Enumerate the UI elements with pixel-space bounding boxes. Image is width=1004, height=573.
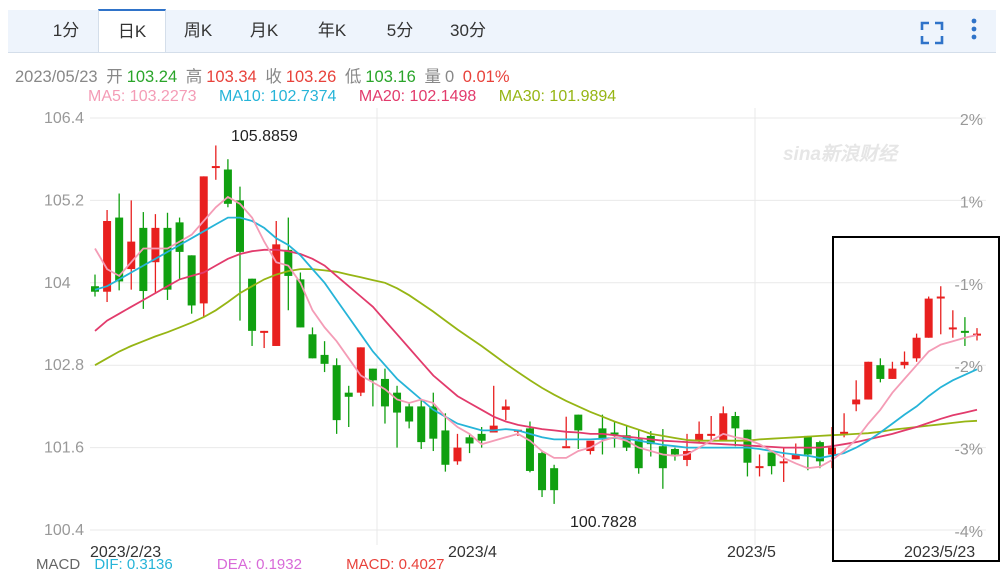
- kline-chart[interactable]: 106.4 2%105.2 1%104 -1%102.8 -2%101.6 -3%100.…: [0, 0, 1004, 565]
- candle-body: [308, 334, 317, 359]
- candle-body: [453, 447, 462, 462]
- candle-body: [501, 406, 510, 410]
- candle-body: [634, 439, 643, 469]
- candle-body: [393, 392, 402, 413]
- candle-body: [936, 296, 945, 299]
- candle-body: [260, 330, 269, 333]
- candle-body: [344, 392, 353, 397]
- candle-body: [441, 430, 450, 465]
- candle-body: [417, 406, 426, 443]
- y-tick-label: 102.8: [44, 357, 84, 374]
- candle-body: [755, 466, 764, 469]
- candle-body: [332, 365, 341, 421]
- x-tick-label: 2023/4: [448, 544, 497, 561]
- candle-body: [465, 437, 474, 444]
- candle-body: [489, 425, 498, 433]
- pct-tick-label: 1%: [960, 194, 983, 211]
- pct-tick-label: -3%: [955, 442, 983, 459]
- candle-body: [538, 453, 547, 491]
- pct-tick-label: -1%: [955, 277, 983, 294]
- pct-tick-label: 2%: [960, 112, 983, 129]
- candle-body: [296, 279, 305, 328]
- max-annotation: 105.8859: [231, 128, 298, 145]
- candle-body: [405, 406, 414, 422]
- x-tick-label: 2023/5: [727, 544, 776, 561]
- candle-body: [670, 448, 679, 455]
- y-tick-label: 101.6: [44, 440, 84, 457]
- candle-body: [912, 337, 921, 359]
- candle-body: [767, 452, 776, 467]
- candle-body: [707, 433, 716, 436]
- candle-body: [272, 244, 281, 346]
- candle-body: [803, 435, 812, 455]
- candle-body: [103, 221, 112, 292]
- y-tick-label: 100.4: [44, 522, 84, 539]
- candle-body: [864, 361, 873, 400]
- candle-body: [320, 354, 329, 364]
- candle-body: [187, 255, 196, 306]
- y-tick-label: 105.2: [44, 192, 84, 209]
- candle-body: [368, 368, 377, 381]
- candle-body: [924, 298, 933, 338]
- candle-body: [562, 446, 571, 449]
- candle-body: [211, 166, 220, 169]
- y-tick-label: 104: [44, 275, 71, 292]
- candle-body: [574, 414, 583, 431]
- candle-body: [960, 330, 969, 333]
- candle-body: [948, 327, 957, 330]
- candle-body: [876, 365, 885, 379]
- candle-body: [695, 433, 704, 441]
- min-annotation: 100.7828: [570, 514, 637, 531]
- candle-body: [731, 416, 740, 429]
- candle-body: [888, 368, 897, 379]
- candle-body: [199, 176, 208, 304]
- x-tick-label: 2023/5/23: [904, 544, 975, 561]
- y-tick-label: 106.4: [44, 110, 84, 127]
- candle-body: [900, 361, 909, 366]
- candle-body: [139, 227, 148, 292]
- candle-body: [779, 461, 788, 464]
- pct-tick-label: -4%: [955, 524, 983, 541]
- candle-body: [163, 227, 172, 290]
- candle-body: [477, 433, 486, 441]
- candle-body: [852, 399, 861, 405]
- sina-watermark: sina新浪财经: [783, 143, 900, 165]
- candle-body: [550, 468, 559, 491]
- candle-body: [658, 446, 667, 469]
